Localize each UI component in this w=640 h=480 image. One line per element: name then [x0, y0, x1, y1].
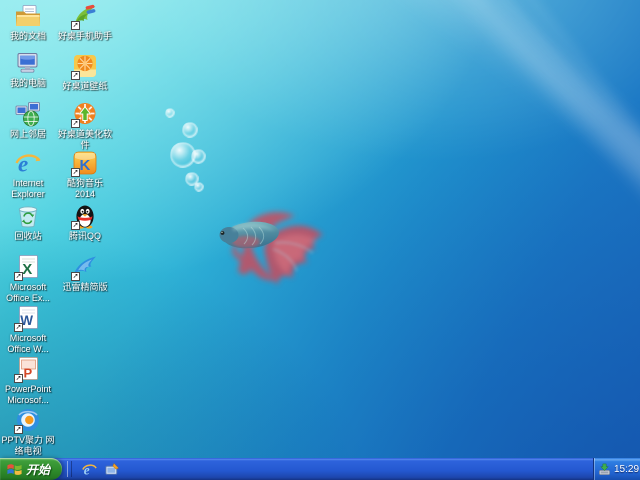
quick-launch-internet-explorer[interactable]: e — [80, 460, 98, 478]
shortcut-arrow-badge: ➚ — [71, 221, 80, 230]
haozhuodao-wallpaper-icon: ➚ — [72, 53, 98, 79]
desktop-icon-recycle-bin[interactable]: 回收站 — [0, 203, 56, 242]
powerpoint-icon: P ➚ — [15, 356, 41, 382]
desktop-icon-network-places[interactable]: 网上邻居 — [0, 101, 56, 140]
haozhuo-phone-assistant-icon: ➚ — [72, 3, 98, 29]
my-computer-icon — [15, 50, 41, 76]
desktop-icon-powerpoint[interactable]: P ➚ PowerPoint Microsof... — [0, 356, 56, 406]
desktop-icon-label: 我的电脑 — [10, 78, 46, 89]
desktop-icon-pptv[interactable]: ➚ PPTV聚力 网 络电视 — [0, 407, 56, 457]
desktop-icon-my-documents[interactable]: 我的文档 — [0, 3, 56, 42]
shortcut-arrow-badge: ➚ — [14, 374, 23, 383]
desktop-icon-label: Internet Explorer — [11, 178, 45, 200]
desktop-icon-label: 酷狗音乐 2014 — [67, 178, 103, 200]
desktop-icon-haozhuodao-beautify[interactable]: ➚ 好桌道美化软 件 — [57, 101, 113, 151]
bubble — [182, 122, 198, 138]
recycle-bin-icon — [15, 203, 41, 229]
haozhuodao-beautify-icon: ➚ — [72, 101, 98, 127]
my-documents-icon — [15, 3, 41, 29]
internet-explorer-icon: e — [15, 150, 41, 176]
desktop-icon-ms-office-excel[interactable]: X ➚ Microsoft Office Ex... — [0, 254, 56, 304]
taskbar: 开始 e 15:29 — [0, 458, 640, 480]
svg-text:X: X — [22, 261, 32, 278]
desktop-icon-label: Microsoft Office W... — [7, 333, 48, 355]
shortcut-arrow-badge: ➚ — [14, 272, 23, 281]
desktop-icon-haozhuo-phone-assistant[interactable]: ➚ 好桌手机助手 — [57, 3, 113, 42]
desktop[interactable]: 我的文档 我的电脑 网 — [0, 0, 640, 458]
desktop-icon-label: 好桌道壁纸 — [62, 81, 107, 92]
desktop-icon-label: 好桌手机助手 — [58, 31, 112, 42]
start-button-label: 开始 — [26, 461, 50, 478]
excel-icon: X ➚ — [15, 254, 41, 280]
network-places-icon — [15, 101, 41, 127]
internet-explorer-icon: e — [82, 462, 97, 477]
shortcut-arrow-badge: ➚ — [71, 71, 80, 80]
desktop-icon-label: PowerPoint Microsof... — [5, 384, 51, 406]
kugou-music-icon: K ➚ — [72, 150, 98, 176]
pptv-icon: ➚ — [15, 407, 41, 433]
xunlei-bird-icon: ➚ — [72, 254, 98, 280]
desktop-icon-label: 好桌道美化软 件 — [58, 129, 112, 151]
word-icon: W ➚ — [15, 305, 41, 331]
shortcut-arrow-badge: ➚ — [71, 119, 80, 128]
desktop-icon-label: 腾讯QQ — [69, 231, 101, 242]
windows-logo-icon — [6, 461, 23, 478]
qq-penguin-icon: ➚ — [72, 203, 98, 229]
desktop-icon-ms-office-word[interactable]: W ➚ Microsoft Office W... — [0, 305, 56, 355]
show-desktop-icon — [105, 462, 120, 477]
desktop-icon-label: 我的文档 — [10, 31, 46, 42]
svg-text:K: K — [80, 157, 91, 174]
shortcut-arrow-badge: ➚ — [71, 272, 80, 281]
tray-clock[interactable]: 15:29 — [614, 464, 639, 475]
desktop-icon-label: Microsoft Office Ex... — [6, 282, 50, 304]
desktop-icon-kugou-music-2014[interactable]: K ➚ 酷狗音乐 2014 — [57, 150, 113, 200]
desktop-icon-haozhuodao-wallpaper[interactable]: ➚ 好桌道壁纸 — [57, 53, 113, 92]
bubble — [165, 108, 175, 118]
bubble — [194, 182, 204, 192]
shortcut-arrow-badge: ➚ — [14, 323, 23, 332]
desktop-icon-label: PPTV聚力 网 络电视 — [1, 435, 54, 457]
quick-launch-handle[interactable] — [67, 461, 72, 477]
quick-launch-bar: e — [80, 460, 121, 478]
shortcut-arrow-badge: ➚ — [71, 168, 80, 177]
svg-text:P: P — [24, 366, 33, 381]
system-tray: 15:29 — [593, 458, 640, 480]
desktop-icon-label: 回收站 — [14, 231, 41, 242]
desktop-icon-label: 网上邻居 — [10, 129, 46, 140]
betta-fish-wallpaper — [213, 183, 343, 298]
desktop-icon-label: 迅雷精简版 — [62, 282, 107, 293]
bubble — [191, 149, 206, 164]
desktop-icon-tencent-qq[interactable]: ➚ 腾讯QQ — [57, 203, 113, 242]
quick-launch-show-desktop[interactable] — [103, 460, 121, 478]
shortcut-arrow-badge: ➚ — [14, 425, 23, 434]
shortcut-arrow-badge: ➚ — [71, 21, 80, 30]
start-button[interactable]: 开始 — [0, 458, 62, 480]
safely-remove-hardware-icon[interactable] — [598, 463, 611, 476]
desktop-icon-xunlei-lite[interactable]: ➚ 迅雷精简版 — [57, 254, 113, 293]
desktop-icon-my-computer[interactable]: 我的电脑 — [0, 50, 56, 89]
desktop-icon-internet-explorer[interactable]: e Internet Explorer — [0, 150, 56, 200]
